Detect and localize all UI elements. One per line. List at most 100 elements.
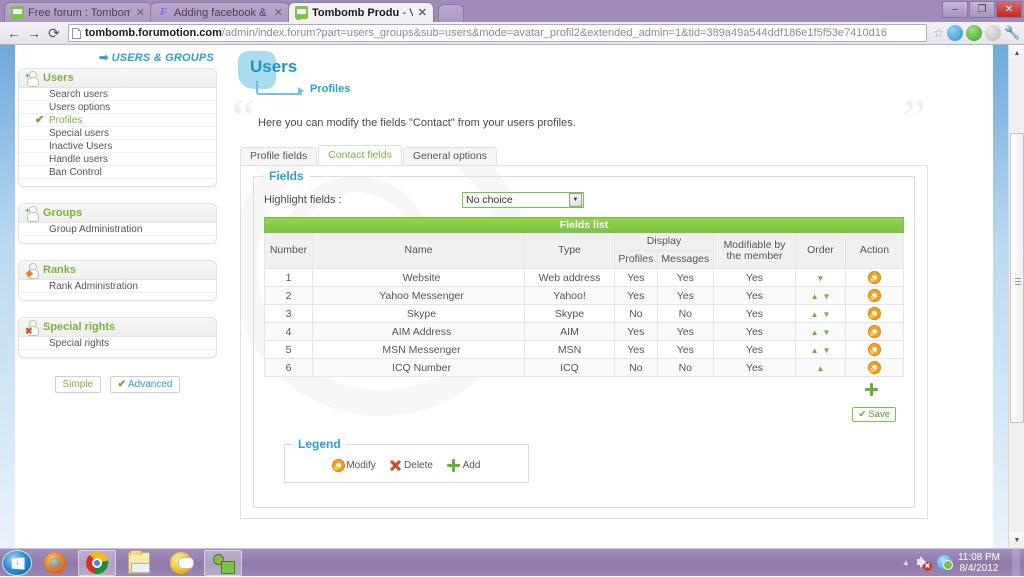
sidebar-item-label: Ban Control	[49, 167, 102, 178]
sidebar-item-search-users[interactable]: Search users	[19, 88, 216, 101]
fields-table-title-head: Fields list	[264, 217, 904, 233]
close-icon[interactable]: ✕	[136, 6, 145, 19]
tray-expand-icon[interactable]: ▲	[902, 558, 910, 567]
extension-gray-icon[interactable]	[985, 25, 1001, 41]
arrow-down-icon[interactable]: ▼	[823, 310, 831, 319]
close-window-button[interactable]: ✕	[996, 1, 1022, 18]
arrow-up-icon[interactable]: ▲	[811, 310, 819, 319]
cell-display-profiles: Yes	[614, 268, 658, 287]
sidebar-item-rank-administration[interactable]: Rank Administration	[19, 280, 216, 293]
fields-table: Fields list Number Name Type Display Mod…	[264, 217, 904, 377]
users-taskbar-icon[interactable]	[204, 549, 242, 576]
scroll-up-icon[interactable]: ▲	[1009, 45, 1024, 61]
arrow-up-icon[interactable]: ▲	[817, 364, 825, 373]
cell-action	[845, 322, 904, 341]
reload-button[interactable]: ⟳	[44, 23, 64, 43]
modify-icon[interactable]	[869, 344, 880, 356]
arrow-down-icon[interactable]: ▼	[823, 328, 831, 337]
table-row[interactable]: 6 ICQ Number ICQ No No Yes ▲	[264, 358, 904, 377]
highlight-fields-select[interactable]: No choice ▼	[462, 192, 584, 208]
system-tray: ▲ ✖ 11:08 PM 8/4/2012	[902, 548, 1024, 577]
cell-number: 5	[264, 340, 313, 359]
sidebar-item-group-administration[interactable]: Group Administration	[19, 223, 216, 236]
sidebar-item-special-users[interactable]: Special users	[19, 127, 216, 140]
close-icon[interactable]: ✕	[274, 6, 283, 19]
sidebar-panel-special-rights: ✖ Special rights Special rights	[18, 317, 217, 358]
address-bar[interactable]: tombomb.forumotion.com/admin/index.forum…	[68, 24, 928, 42]
chrome-taskbar-icon[interactable]	[78, 549, 116, 576]
table-row[interactable]: 2 Yahoo Messenger Yahoo! Yes Yes Yes ▲ ▼	[264, 286, 904, 305]
simple-mode-button[interactable]: Simple	[54, 376, 102, 393]
sidebar-panel-users: + Users Search users Users options ✔ Prof…	[18, 68, 217, 187]
back-button[interactable]: ←	[4, 23, 24, 43]
minimize-button[interactable]: –	[942, 1, 968, 18]
table-row[interactable]: 5 MSN Messenger MSN Yes Yes Yes ▲ ▼	[264, 340, 904, 359]
table-row[interactable]: 3 Skype Skype No No Yes ▲ ▼	[264, 304, 904, 323]
tab-contact-fields[interactable]: Contact fields	[318, 145, 402, 165]
add-icon[interactable]	[865, 383, 878, 397]
browser-tab-3[interactable]: Tombomb Productions - V ✕	[288, 2, 434, 22]
legend-item-modify: Modify	[332, 459, 376, 471]
chevron-down-icon[interactable]: ▼	[569, 193, 582, 207]
arrow-down-icon[interactable]: ▼	[823, 346, 831, 355]
scrollbar-thumb[interactable]	[1010, 133, 1024, 423]
cell-type: AIM	[524, 322, 615, 341]
sidebar-item-inactive-users[interactable]: Inactive Users	[19, 140, 216, 153]
save-button-label: Save	[868, 409, 890, 420]
cell-order: ▲	[795, 358, 846, 377]
cell-modifiable: Yes	[713, 358, 796, 377]
clock[interactable]: 11:08 PM 8/4/2012	[958, 552, 1006, 574]
table-row[interactable]: 4 AIM Address AIM Yes Yes Yes ▲ ▼	[264, 322, 904, 341]
volume-icon[interactable]: ✖	[916, 555, 932, 571]
close-icon[interactable]: ✕	[418, 6, 427, 19]
modify-icon[interactable]	[869, 290, 880, 302]
table-row[interactable]: 1 Website Web address Yes Yes Yes ▼	[264, 268, 904, 287]
messenger-taskbar-icon[interactable]	[162, 550, 200, 576]
maximize-button[interactable]: ❐	[969, 1, 995, 18]
modify-icon[interactable]	[869, 272, 880, 284]
extension-blue-icon[interactable]	[947, 25, 963, 41]
page-viewport: ➡ USERS & GROUPS + Users Search users Use…	[0, 45, 1024, 548]
modify-icon[interactable]	[869, 326, 880, 338]
arrow-up-icon[interactable]: ▲	[811, 346, 819, 355]
page-scrollbar[interactable]: ▲ ▼	[1008, 45, 1024, 548]
browser-tab-2[interactable]: F Adding facebook & twitter ✕	[150, 2, 290, 22]
tab-general-options[interactable]: General options	[402, 147, 497, 165]
arrow-down-icon[interactable]: ▼	[817, 274, 825, 283]
modify-icon[interactable]	[869, 308, 880, 320]
save-button[interactable]: ✔ Save	[852, 407, 896, 422]
sidebar-item-special-rights[interactable]: Special rights	[19, 337, 216, 350]
advanced-mode-label: Advanced	[127, 379, 173, 390]
browser-tab-1[interactable]: Free forum : Tombomb Pr ✕	[4, 2, 152, 22]
start-button[interactable]	[2, 549, 32, 576]
cell-display-profiles: Yes	[614, 322, 658, 341]
windows-taskbar: ▲ ✖ 11:08 PM 8/4/2012	[0, 548, 1024, 577]
url-path: /admin/index.forum?part=users_groups&sub…	[221, 27, 887, 39]
arrow-up-icon[interactable]: ▲	[811, 292, 819, 301]
wrench-menu-icon[interactable]: 🔧	[1004, 25, 1020, 41]
network-icon[interactable]	[936, 555, 953, 570]
sidebar-item-profiles[interactable]: ✔ Profiles	[19, 114, 216, 127]
bookmark-star-icon[interactable]: ☆	[933, 26, 944, 40]
arrow-up-icon[interactable]: ▲	[811, 328, 819, 337]
sidebar-item-users-options[interactable]: Users options	[19, 101, 216, 114]
check-icon: ✔	[35, 114, 45, 126]
cell-modifiable: Yes	[713, 304, 796, 323]
advanced-mode-button[interactable]: ✔ Advanced	[109, 376, 181, 393]
sidebar-item-ban-control[interactable]: Ban Control	[19, 166, 216, 179]
sidebar-item-handle-users[interactable]: Handle users	[19, 153, 216, 166]
explorer-taskbar-icon[interactable]	[120, 549, 158, 576]
tab-profile-fields[interactable]: Profile fields	[240, 147, 318, 165]
groups-icon: +	[25, 206, 39, 222]
browser-window: Free forum : Tombomb Pr ✕ F Adding faceb…	[0, 0, 1024, 548]
arrow-down-icon[interactable]: ▼	[823, 292, 831, 301]
show-desktop-button[interactable]	[1012, 548, 1020, 577]
scroll-down-icon[interactable]: ▼	[1009, 532, 1024, 548]
firefox-taskbar-icon[interactable]	[36, 550, 74, 576]
panel-spacer	[19, 179, 216, 186]
forward-button[interactable]: →	[24, 23, 44, 43]
clock-time: 11:08 PM	[957, 551, 1000, 563]
extension-green-icon[interactable]	[966, 25, 982, 41]
modify-icon[interactable]	[869, 362, 880, 374]
new-tab-button[interactable]	[438, 4, 464, 22]
